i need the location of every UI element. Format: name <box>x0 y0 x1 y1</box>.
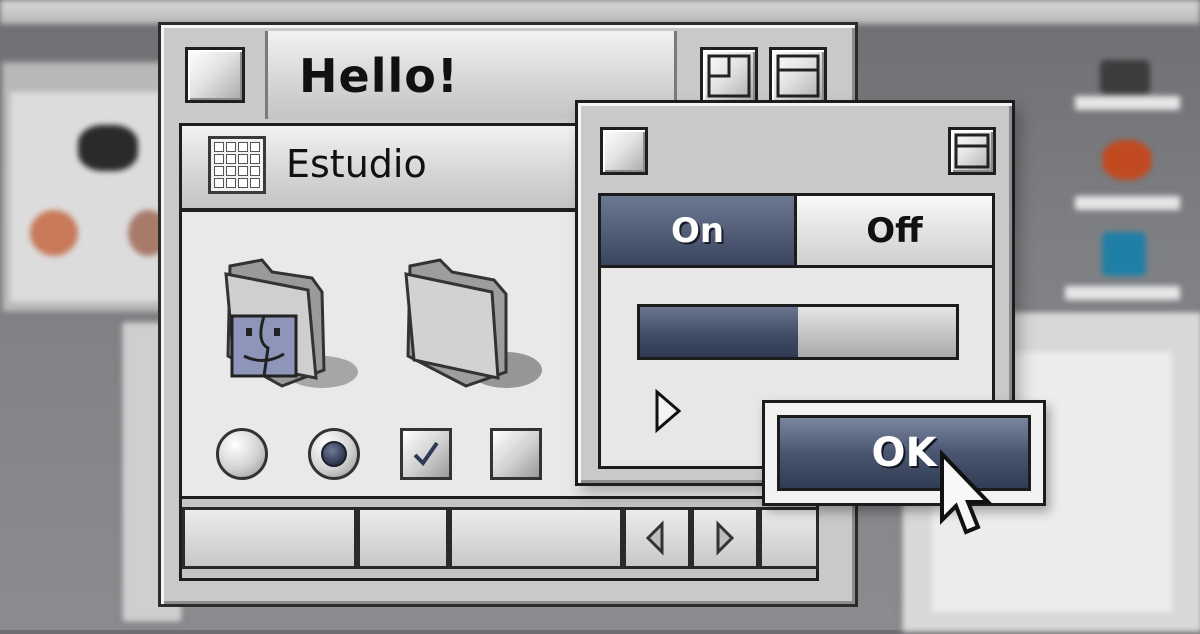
grow-box[interactable] <box>759 507 819 569</box>
background-window-left <box>0 60 174 314</box>
scroll-right-arrow-icon <box>716 520 735 556</box>
background-desktop-icon <box>30 210 78 256</box>
window-collapse-box-icon[interactable] <box>948 127 996 175</box>
background-menubar <box>0 0 1200 24</box>
folder-window-status-bar <box>182 496 819 578</box>
status-cell <box>357 507 449 569</box>
checkmark-icon <box>413 441 439 467</box>
segment-off[interactable]: Off <box>797 196 992 268</box>
progress-bar <box>637 304 959 360</box>
folder-icon[interactable] <box>394 252 544 402</box>
background-desktop-icon <box>78 125 138 171</box>
collapse-glyph-icon <box>776 54 820 98</box>
radio-dot-icon <box>321 441 347 467</box>
status-cell <box>182 507 357 569</box>
scroll-left-arrow-icon <box>645 520 664 556</box>
ok-button-frame: OK <box>762 400 1046 506</box>
checkbox-unchecked[interactable] <box>490 428 542 480</box>
segment-on[interactable]: On <box>601 196 797 268</box>
disclosure-triangle-icon[interactable] <box>653 388 683 438</box>
scroll-left-button[interactable] <box>623 507 691 569</box>
zoom-glyph-icon <box>707 54 751 98</box>
grid-view-icon[interactable] <box>208 136 266 194</box>
arrow-cursor-icon <box>938 449 994 544</box>
checkbox-checked[interactable] <box>400 428 452 480</box>
window-close-box-icon[interactable] <box>600 127 648 175</box>
radio-button-unselected[interactable] <box>216 428 268 480</box>
background-desktop-icon <box>1100 60 1150 94</box>
window-collapse-box-icon[interactable] <box>769 47 827 105</box>
background-desktop-icon <box>1102 232 1146 276</box>
status-cell <box>449 507 623 569</box>
window-zoom-box-icon[interactable] <box>700 47 758 105</box>
window-close-box-icon[interactable] <box>185 47 245 103</box>
progress-fill <box>640 307 798 357</box>
folder-window-title: Estudio <box>286 142 427 186</box>
window-title: Hello! <box>299 49 459 103</box>
background-desktop-icon <box>1102 140 1152 180</box>
collapse-glyph-icon <box>954 133 990 169</box>
scroll-right-button[interactable] <box>691 507 759 569</box>
finder-folder-icon[interactable] <box>212 252 362 402</box>
radio-button-selected[interactable] <box>308 428 360 480</box>
